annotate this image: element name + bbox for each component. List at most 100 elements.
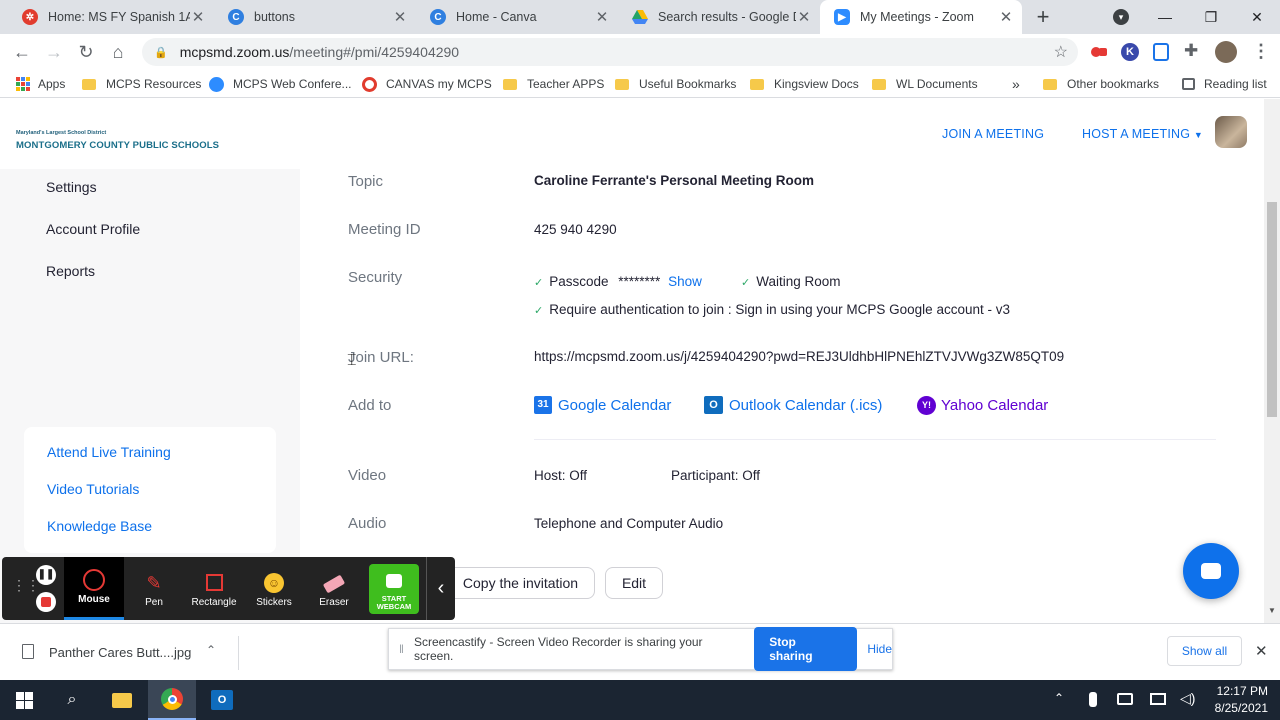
close-tab-icon[interactable]: ✕	[190, 8, 206, 26]
folder-icon	[1043, 78, 1057, 90]
drag-handle-icon[interactable]: ⋮⋮	[12, 578, 40, 592]
chat-support-button[interactable]	[1183, 543, 1239, 599]
host-meeting-label: HOST A MEETING	[1082, 127, 1191, 141]
forward-icon[interactable]: →	[42, 40, 66, 64]
bookmark-apps[interactable]: Apps	[16, 75, 65, 93]
clock[interactable]: 12:17 PM 8/25/2021	[1208, 684, 1268, 715]
check-icon: ✓	[534, 305, 544, 317]
profile-avatar[interactable]	[1215, 41, 1237, 63]
bookmark-label: MCPS Web Confere...	[233, 77, 352, 91]
join-meeting-link[interactable]: JOIN A MEETING	[942, 127, 1044, 141]
bookmark-label: Apps	[38, 77, 66, 91]
tab-canvas-home[interactable]: ✲ Home: MS FY Spanish 1A ✕	[8, 0, 214, 34]
bookmark-useful-bookmarks[interactable]: Useful Bookmarks	[615, 75, 736, 93]
show-hidden-icons-icon[interactable]: ⌃	[1054, 691, 1064, 705]
stop-sharing-button[interactable]: Stop sharing	[754, 627, 858, 671]
url-host: mcpsmd.zoom.us	[179, 44, 290, 60]
download-options-chevron-icon[interactable]: ⌃	[206, 643, 216, 657]
scrollbar-thumb[interactable]	[1267, 202, 1277, 417]
network-icon[interactable]	[1150, 693, 1166, 705]
scroll-down-arrow-icon[interactable]: ▼	[1268, 606, 1276, 615]
bookmark-wl-documents[interactable]: WL Documents	[872, 75, 978, 93]
user-avatar[interactable]	[1215, 116, 1247, 148]
bookmark-canvas-my-mcps[interactable]: CANVAS my MCPS	[362, 75, 492, 93]
reload-icon[interactable]: ↻	[74, 40, 98, 64]
close-tab-icon[interactable]: ✕	[796, 8, 812, 26]
bookmark-mcps-resources[interactable]: MCPS Resources	[82, 75, 201, 93]
show-all-downloads-button[interactable]: Show all	[1167, 636, 1242, 666]
address-bar[interactable]: 🔒 mcpsmd.zoom.us/meeting#/pmi/4259404290…	[142, 38, 1078, 66]
outlook-taskbar-icon[interactable]: O	[198, 680, 246, 720]
home-icon[interactable]: ⌂	[106, 40, 130, 64]
tool-label: Rectangle	[191, 597, 237, 608]
video-tutorials-link[interactable]: Video Tutorials	[47, 481, 139, 497]
tab-search-icon[interactable]: ▾	[1113, 9, 1129, 25]
pause-icon[interactable]: ❚❚	[36, 565, 56, 585]
edit-button[interactable]: Edit	[605, 567, 663, 599]
extension-clipboard-icon[interactable]	[1153, 43, 1169, 61]
hide-button[interactable]: Hide	[867, 642, 892, 656]
bookmark-other[interactable]: Other bookmarks	[1043, 75, 1159, 93]
tool-rectangle[interactable]: Rectangle	[184, 557, 244, 620]
restore-icon[interactable]: ❐	[1188, 0, 1234, 34]
tab-buttons[interactable]: C buttons ✕	[214, 0, 416, 34]
chrome-taskbar-icon[interactable]	[148, 680, 196, 720]
page-scrollbar[interactable]: ▼	[1264, 99, 1280, 623]
tab-zoom-meetings[interactable]: ▶ My Meetings - Zoom ✕	[820, 0, 1022, 34]
extension-screencastify-icon[interactable]	[1090, 44, 1108, 60]
show-passcode-link[interactable]: Show	[668, 274, 702, 289]
google-calendar-link[interactable]: 31 Google Calendar	[534, 396, 671, 414]
attend-live-training-link[interactable]: Attend Live Training	[47, 444, 171, 460]
tab-title: My Meetings - Zoom	[860, 10, 974, 24]
bookmark-star-icon[interactable]: ☆	[1054, 42, 1068, 62]
mcps-logo[interactable]: MONTGOMERY COUNTY PUBLIC SCHOOLS	[16, 140, 219, 151]
new-tab-button[interactable]: +	[1030, 5, 1056, 29]
tab-canva-home[interactable]: C Home - Canva ✕	[416, 0, 618, 34]
sidebar-item-settings[interactable]: Settings	[46, 179, 97, 195]
extension-k-icon[interactable]: K	[1121, 43, 1139, 61]
bookmark-kingsview-docs[interactable]: Kingsview Docs	[750, 75, 859, 93]
sidebar-item-reports[interactable]: Reports	[46, 263, 95, 279]
sidebar-item-account-profile[interactable]: Account Profile	[46, 221, 140, 237]
tool-stickers[interactable]: ☺ Stickers	[244, 557, 304, 620]
extensions-puzzle-icon[interactable]: ✚	[1184, 41, 1198, 61]
bookmark-label: Reading list	[1204, 77, 1267, 91]
check-icon: ✓	[534, 277, 544, 289]
host-meeting-menu[interactable]: HOST A MEETING ▼	[1082, 127, 1203, 141]
tool-eraser[interactable]: Eraser	[304, 557, 364, 620]
outlook-calendar-link[interactable]: O Outlook Calendar (.ics)	[704, 396, 882, 414]
tool-mouse[interactable]: Mouse	[64, 557, 124, 620]
site-header: Maryland's Largest School District MONTG…	[0, 99, 1264, 169]
file-explorer-icon[interactable]	[98, 680, 146, 720]
sharing-message: Screencastify - Screen Video Recorder is…	[413, 635, 703, 663]
bookmarks-overflow-icon[interactable]: »	[1012, 75, 1020, 93]
copy-invitation-button[interactable]: Copy the invitation	[446, 567, 595, 599]
download-file-name[interactable]: Panther Cares Butt....jpg	[49, 645, 191, 660]
tab-google-drive[interactable]: Search results - Google D ✕	[618, 0, 820, 34]
close-tab-icon[interactable]: ✕	[998, 8, 1014, 26]
close-download-bar-icon[interactable]: ✕	[1255, 642, 1268, 660]
tool-pen[interactable]: ✎ Pen	[124, 557, 184, 620]
search-icon[interactable]: ⌕	[48, 680, 96, 720]
menu-kebab-icon[interactable]: ⋮	[1252, 41, 1270, 62]
folder-icon	[615, 78, 629, 90]
reading-list[interactable]: Reading list	[1182, 75, 1267, 93]
bookmark-teacher-apps[interactable]: Teacher APPS	[503, 75, 604, 93]
knowledge-base-link[interactable]: Knowledge Base	[47, 518, 152, 534]
start-webcam-button[interactable]: START WEBCAM	[369, 564, 419, 614]
close-tab-icon[interactable]: ✕	[594, 8, 610, 26]
volume-icon[interactable]: ◁)	[1180, 690, 1195, 707]
microphone-icon[interactable]	[1089, 692, 1097, 707]
drag-handle-icon[interactable]: ‖	[399, 642, 404, 656]
close-window-icon[interactable]: ✕	[1234, 0, 1280, 34]
minimize-icon[interactable]: —	[1142, 0, 1188, 34]
bookmark-mcps-web-conference[interactable]: MCPS Web Confere...	[209, 75, 352, 93]
collapse-toolbar-icon[interactable]: ‹	[426, 557, 455, 620]
close-tab-icon[interactable]: ✕	[392, 8, 408, 26]
windows-start-icon[interactable]	[0, 680, 48, 720]
tab-title: Home: MS FY Spanish 1A	[48, 10, 190, 24]
stop-recording-icon[interactable]	[36, 592, 56, 612]
back-icon[interactable]: ←	[10, 40, 34, 64]
battery-icon[interactable]	[1117, 693, 1133, 705]
yahoo-calendar-link[interactable]: Y! Yahoo Calendar	[917, 396, 1048, 415]
